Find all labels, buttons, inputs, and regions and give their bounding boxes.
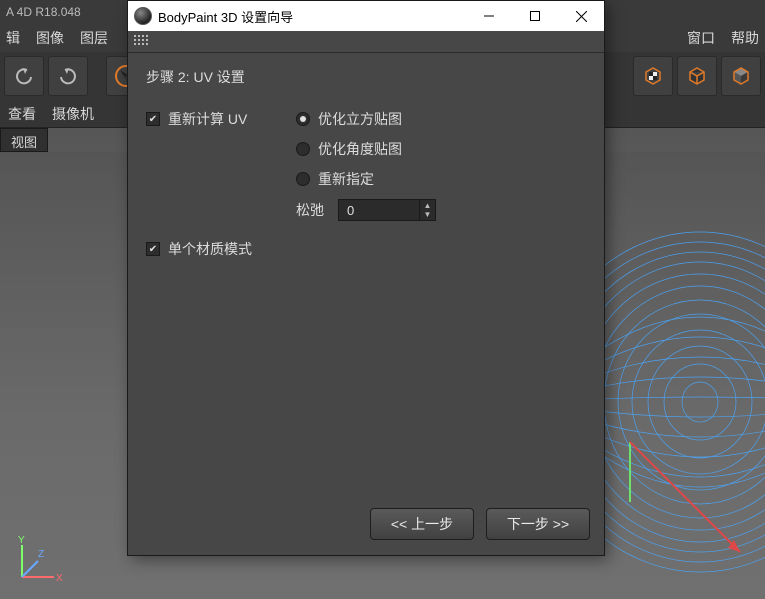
- undo-button[interactable]: [4, 56, 44, 96]
- relax-input[interactable]: [339, 203, 419, 218]
- spinner-arrows-icon[interactable]: ▲▼: [419, 200, 435, 220]
- cube-wire-icon: [685, 64, 709, 88]
- opt-angle-radio[interactable]: [296, 142, 310, 156]
- menu-image[interactable]: 图像: [36, 28, 64, 48]
- next-button-label: 下一步 >>: [507, 514, 569, 534]
- next-button[interactable]: 下一步 >>: [486, 508, 590, 540]
- opt-reassign-label: 重新指定: [318, 169, 374, 189]
- checker-icon: [641, 64, 665, 88]
- maximize-icon: [530, 11, 540, 21]
- wizard-dialog: BodyPaint 3D 设置向导 步骤 2: UV 设置 ✔ 重新计算 UV: [127, 0, 605, 556]
- relax-spinner[interactable]: ▲▼: [338, 199, 436, 221]
- recalc-uv-checkbox[interactable]: ✔: [146, 112, 160, 126]
- submenu-camera[interactable]: 摄像机: [52, 104, 94, 124]
- checker-button[interactable]: [633, 56, 673, 96]
- single-material-checkbox[interactable]: ✔: [146, 242, 160, 256]
- dialog-footer: << 上一步 下一步 >>: [128, 501, 604, 555]
- close-button[interactable]: [558, 1, 604, 31]
- cube-solid-button[interactable]: [721, 56, 761, 96]
- prev-button[interactable]: << 上一步: [370, 508, 474, 540]
- svg-text:Z: Z: [38, 549, 44, 560]
- svg-text:Y: Y: [18, 535, 25, 546]
- menu-window[interactable]: 窗口: [687, 28, 715, 48]
- dialog-body: 步骤 2: UV 设置 ✔ 重新计算 UV 优化立方贴图 优化角度贴图 重新指定: [128, 53, 604, 501]
- cube-solid-icon: [729, 64, 753, 88]
- redo-icon: [57, 65, 79, 87]
- dialog-titlebar[interactable]: BodyPaint 3D 设置向导: [128, 1, 604, 31]
- opt-angle-label: 优化角度贴图: [318, 139, 402, 159]
- close-icon: [576, 11, 587, 22]
- maximize-button[interactable]: [512, 1, 558, 31]
- menu-edit[interactable]: 辑: [6, 28, 20, 48]
- undo-icon: [13, 65, 35, 87]
- cube-wire-button[interactable]: [677, 56, 717, 96]
- step-title: 步骤 2: UV 设置: [146, 67, 586, 87]
- minimize-icon: [484, 11, 494, 21]
- view-label: 视图: [0, 128, 48, 152]
- app-title: A 4D R18.048: [6, 5, 81, 19]
- relax-label: 松弛: [296, 200, 324, 220]
- menu-layer[interactable]: 图层: [80, 28, 108, 48]
- prev-button-label: << 上一步: [391, 514, 453, 534]
- redo-button[interactable]: [48, 56, 88, 96]
- dialog-title: BodyPaint 3D 设置向导: [158, 7, 466, 26]
- submenu-view[interactable]: 查看: [8, 104, 36, 124]
- svg-text:X: X: [56, 573, 63, 584]
- app-icon: [134, 7, 152, 25]
- opt-cube-radio[interactable]: [296, 112, 310, 126]
- opt-cube-label: 优化立方贴图: [318, 109, 402, 129]
- dialog-menu: [128, 31, 604, 53]
- grid-icon[interactable]: [134, 35, 148, 49]
- opt-reassign-radio[interactable]: [296, 172, 310, 186]
- axis-gizmo: Y X Z: [8, 531, 68, 591]
- menu-help[interactable]: 帮助: [731, 28, 759, 48]
- single-material-label: 单个材质模式: [168, 239, 252, 259]
- recalc-uv-label: 重新计算 UV: [168, 109, 247, 129]
- minimize-button[interactable]: [466, 1, 512, 31]
